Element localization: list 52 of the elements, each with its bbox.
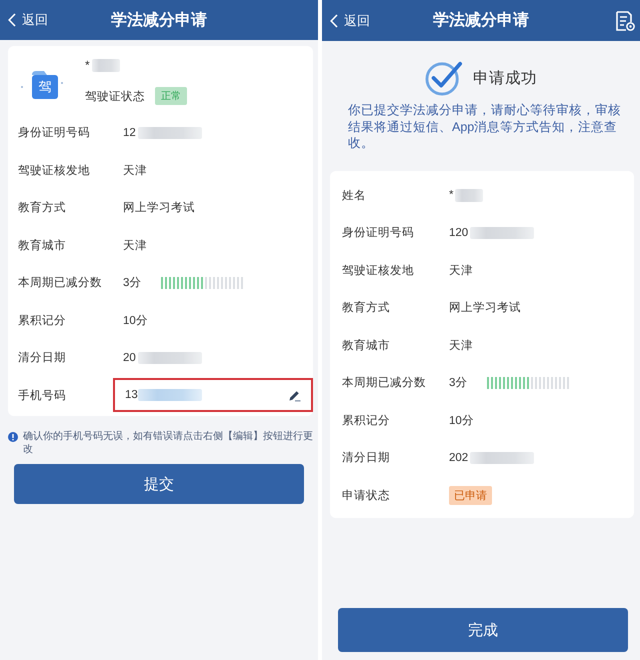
success-title: 申请成功 [473,68,537,88]
info-value: 20 [123,352,136,364]
info-label: 姓名 [342,188,367,203]
check-circle-icon [425,60,463,96]
info-label: 累积记分 [342,414,391,428]
chevron-left-icon [8,13,16,27]
status-label: 驾驶证状态 [85,90,145,104]
info-label: 本周期已减分数 [18,276,103,290]
info-value: 3分 [449,376,468,390]
info-value: 3分 [123,276,142,290]
done-button[interactable]: 完成 [338,608,628,652]
info-value: 10分 [449,414,474,428]
info-label: 累积记分 [18,314,67,328]
status-tag: 正常 [155,87,187,105]
info-value: 120 [449,226,468,239]
info-label: 驾驶证核发地 [342,264,415,278]
info-value: * [449,189,454,202]
info-value: 天津 [123,238,147,253]
info-value: 天津 [449,338,473,353]
info-label: 清分日期 [342,450,391,466]
pencil-icon[interactable] [288,388,301,402]
info-value: 12 [123,126,136,139]
info-value: 天津 [123,164,147,178]
info-label: 本周期已减分数 [342,376,427,390]
info-label: 教育城市 [342,338,391,353]
info-label: 清分日期 [18,350,67,366]
back-button[interactable]: 返回 [322,8,370,32]
info-label: 身份证明号码 [18,126,91,140]
info-label: 教育城市 [18,238,67,253]
info-value: 网上学习考试 [123,200,195,216]
info-label: 申请状态 [342,488,391,503]
note-text: 确认你的手机号码无误，如有错误请点击右侧【编辑】按钮进行更改 [23,430,314,456]
chevron-left-icon [330,14,338,28]
driver-name: * [85,58,90,72]
status-tag: 已申请 [449,486,492,505]
info-value: 10分 [123,314,148,328]
info-value: 202 [449,452,468,464]
phone-field[interactable]: 13 [113,378,313,412]
info-label: 驾驶证核发地 [18,164,91,178]
info-value: 天津 [449,264,473,278]
back-button[interactable]: 返回 [0,8,48,32]
info-label: 教育方式 [18,200,67,216]
page-title: 学法减分申请 [111,10,207,30]
page-title: 学法减分申请 [433,10,529,31]
info-icon [8,432,18,442]
info-label: 教育方式 [342,300,391,316]
submit-button[interactable]: 提交 [14,464,304,504]
info-label: 手机号码 [18,388,67,403]
success-message: 你已提交学法减分申请，请耐心等待审核，审核结果将通过短信、App消息等方式告知，注意查收。 [347,102,622,152]
info-value: 网上学习考试 [449,300,521,316]
document-icon[interactable] [615,10,635,30]
info-label: 身份证明号码 [342,226,415,240]
